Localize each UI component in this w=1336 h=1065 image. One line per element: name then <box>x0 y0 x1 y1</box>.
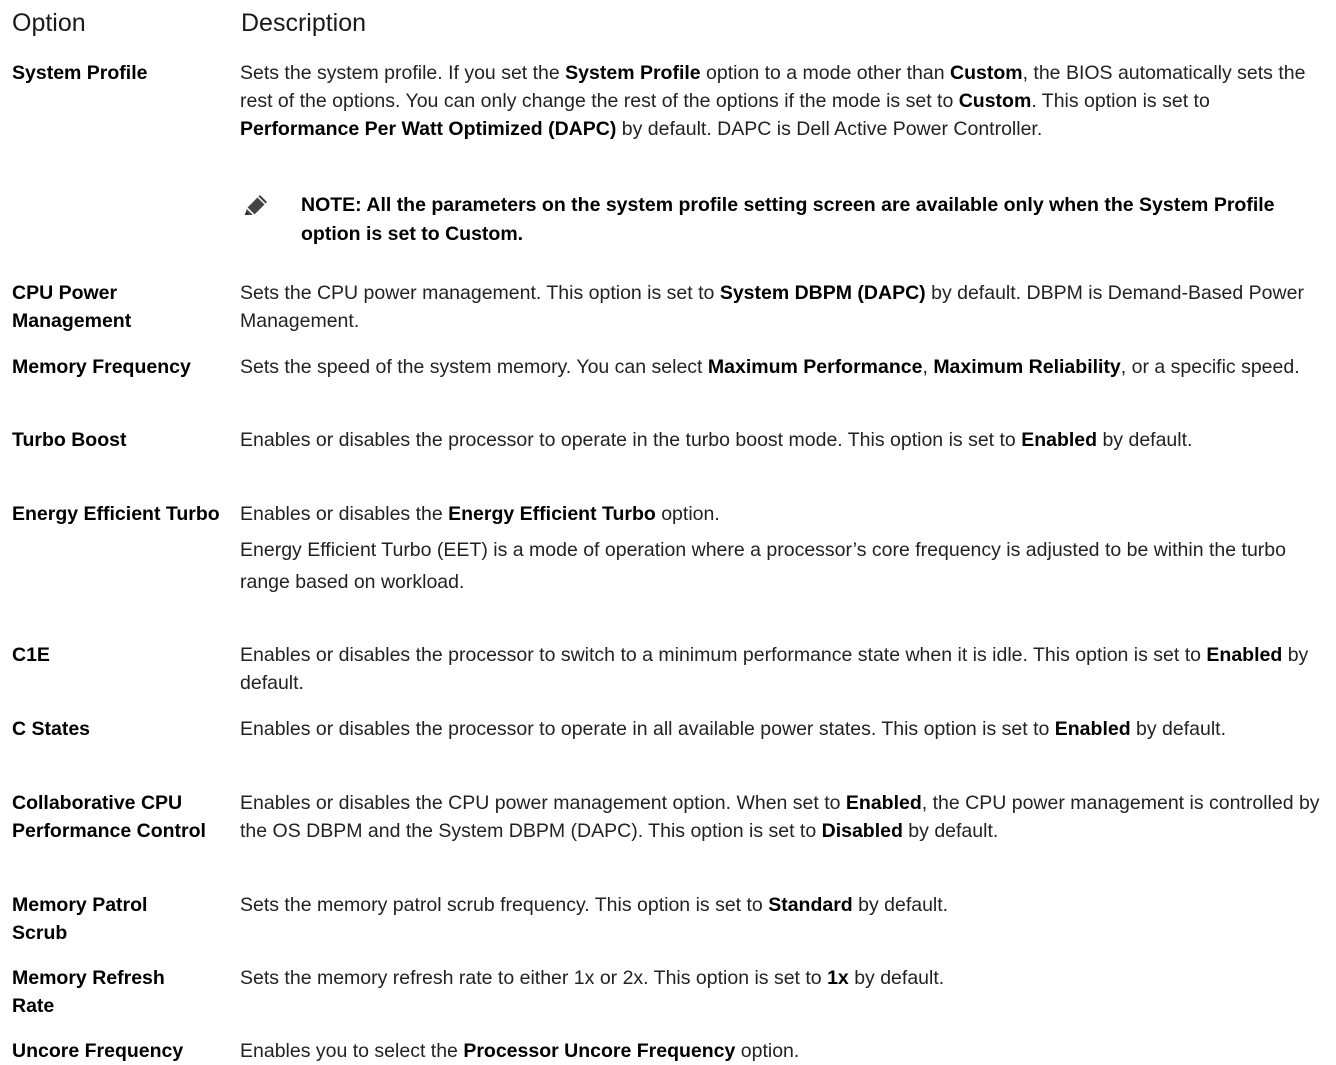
option-name: Memory Refresh Rate <box>12 967 165 1017</box>
bold-term: Custom <box>958 90 1032 112</box>
option-description: Enables or disables the CPU power manage… <box>240 789 1324 845</box>
bold-term: Enabled <box>1206 644 1283 666</box>
option-name: Turbo Boost <box>12 429 127 451</box>
option-description: Enables you to select the Processor Unco… <box>240 1037 1324 1065</box>
column-header-description: Description <box>241 9 367 37</box>
text-segment: Sets the memory patrol scrub frequency. … <box>240 894 769 916</box>
bold-term: Enabled <box>1054 718 1131 740</box>
text-segment: by default. <box>848 967 945 989</box>
bold-term: Enabled <box>1021 429 1098 451</box>
text-segment: by default. <box>1097 429 1193 451</box>
option-name: Collaborative CPU Performance Control <box>12 792 206 842</box>
option-name: Energy Efficient Turbo <box>12 503 220 525</box>
bold-term: Custom <box>949 62 1023 84</box>
bold-term: Enabled <box>845 792 922 814</box>
option-description-detail: Energy Efficient Turbo (EET) is a mode o… <box>240 539 1286 593</box>
option-description: Enables or disables the processor to ope… <box>240 715 1324 743</box>
option-description: Enables or disables the Energy Efficient… <box>240 500 1324 528</box>
text-segment: option to a mode other than <box>700 62 950 84</box>
text-segment: , <box>922 356 934 378</box>
column-header-option: Option <box>12 9 86 37</box>
text-segment: by default. <box>852 894 949 916</box>
option-name: C1E <box>12 644 50 666</box>
text-segment: Sets the speed of the system memory. You… <box>240 356 708 378</box>
option-description: Sets the system profile. If you set the … <box>240 59 1324 143</box>
text-segment: Enables or disables the processor to swi… <box>240 644 1207 666</box>
bold-term: System Profile <box>565 62 701 84</box>
option-name: CPU Power Management <box>12 282 132 332</box>
bold-term: Disabled <box>821 820 903 842</box>
text-segment: Sets the system profile. If you set the <box>240 62 566 84</box>
text-segment: Sets the memory refresh rate to either 1… <box>240 967 828 989</box>
text-segment: . This option is set to <box>1031 90 1210 112</box>
option-name: C States <box>12 718 91 740</box>
bold-term: System DBPM (DAPC) <box>719 282 926 304</box>
text-segment: by default. <box>902 820 999 842</box>
bold-term: Maximum Reliability <box>933 356 1121 378</box>
text-segment: Enables or disables the <box>240 503 449 525</box>
option-description: Enables or disables the processor to ope… <box>240 426 1324 454</box>
bold-term: Maximum Performance <box>707 356 923 378</box>
pencil-icon <box>245 195 267 216</box>
bold-term: Standard <box>768 894 853 916</box>
text-segment: option. <box>735 1040 800 1062</box>
text-segment: Enables or disables the CPU power manage… <box>240 792 846 814</box>
text-segment: , or a specific speed. <box>1120 356 1300 378</box>
bios-options-table: Option Description System Profile Sets t… <box>0 0 1336 1063</box>
option-name: Memory Patrol Scrub <box>12 894 148 944</box>
text-segment: Sets the CPU power management. This opti… <box>240 282 720 304</box>
note-text: NOTE: All the parameters on the system p… <box>301 194 1275 245</box>
option-description: Sets the memory patrol scrub frequency. … <box>240 891 1324 919</box>
option-description: Enables or disables the processor to swi… <box>240 641 1324 697</box>
text-segment: by default. <box>1130 718 1227 740</box>
text-segment: Enables or disables the processor to ope… <box>240 718 1055 740</box>
bold-term: Energy Efficient Turbo <box>448 503 656 525</box>
option-description: Sets the memory refresh rate to either 1… <box>240 964 1324 992</box>
text-segment: by default. DAPC is Dell Active Power Co… <box>616 118 1043 140</box>
bold-term: Processor Uncore Frequency <box>463 1040 736 1062</box>
bold-term: Performance Per Watt Optimized (DAPC) <box>240 118 617 140</box>
option-name: Memory Frequency <box>12 356 191 378</box>
option-name: System Profile <box>12 62 148 84</box>
text-segment: Enables or disables the processor to ope… <box>240 429 1022 451</box>
option-name: Uncore Frequency <box>12 1040 184 1062</box>
text-segment: Enables you to select the <box>240 1040 464 1062</box>
option-description: Sets the CPU power management. This opti… <box>240 279 1324 335</box>
text-segment: option. <box>655 503 720 525</box>
bold-term: 1x <box>827 967 849 989</box>
option-description: Sets the speed of the system memory. You… <box>240 353 1324 381</box>
